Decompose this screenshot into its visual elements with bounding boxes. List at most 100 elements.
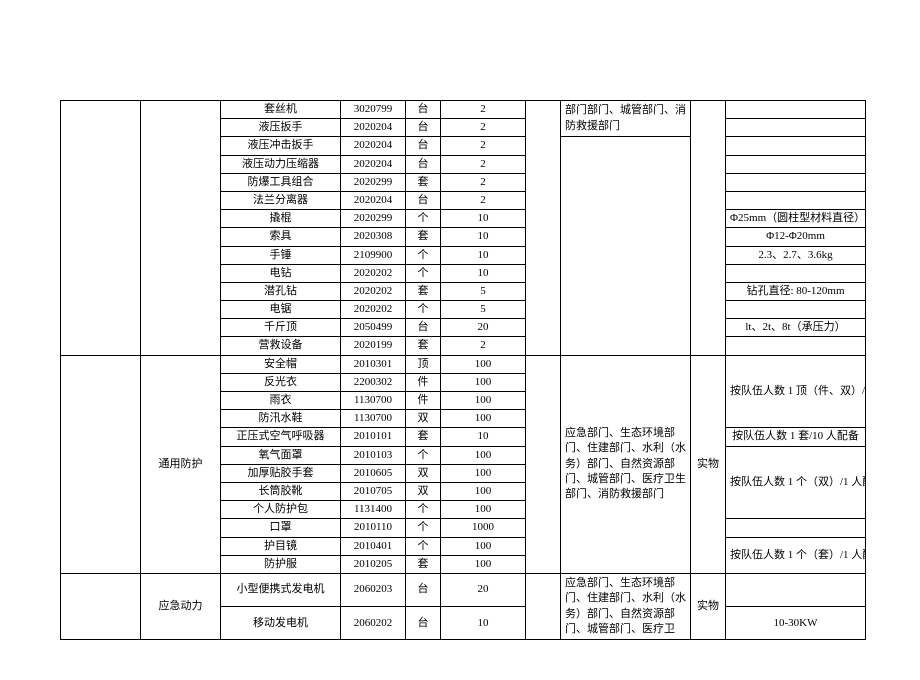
item-unit: 顶	[406, 355, 441, 373]
item-remark: 钻孔直径: 80-120mm	[726, 282, 866, 300]
table-row: 应急动力小型便携式发电机2060203台20应急部门、生态环境部门、住建部门、水…	[61, 573, 866, 606]
item-qty: 20	[441, 319, 526, 337]
item-remark	[726, 173, 866, 191]
item-unit: 个	[406, 537, 441, 555]
item-name: 氧气面罩	[221, 446, 341, 464]
item-remark	[726, 519, 866, 537]
item-qty: 5	[441, 282, 526, 300]
item-qty: 1000	[441, 519, 526, 537]
item-remark	[726, 119, 866, 137]
item-code: 2010101	[341, 428, 406, 446]
item-name: 索具	[221, 228, 341, 246]
item-qty: 2	[441, 137, 526, 155]
item-code: 1130700	[341, 410, 406, 428]
item-qty: 100	[441, 355, 526, 373]
item-qty: 100	[441, 392, 526, 410]
item-name: 手锤	[221, 246, 341, 264]
item-qty: 10	[441, 264, 526, 282]
item-qty: 100	[441, 464, 526, 482]
item-remark	[726, 301, 866, 319]
item-unit: 台	[406, 155, 441, 173]
dept-cell: 应急部门、生态环境部门、住建部门、水利（水务）部门、自然资源部门、城管部门、医疗…	[561, 573, 691, 640]
item-name: 小型便携式发电机	[221, 573, 341, 606]
item-name: 雨衣	[221, 392, 341, 410]
item-qty: 10	[441, 246, 526, 264]
item-unit: 双	[406, 482, 441, 500]
item-unit: 双	[406, 464, 441, 482]
item-name: 防护服	[221, 555, 341, 573]
table-row: 通用防护安全帽2010301顶100应急部门、生态环境部门、住建部门、水利（水务…	[61, 355, 866, 373]
item-remark: 2.3、2.7、3.6kg	[726, 246, 866, 264]
form-cell: 实物	[691, 355, 726, 573]
item-remark	[726, 101, 866, 119]
item-name: 电钻	[221, 264, 341, 282]
item-qty: 100	[441, 446, 526, 464]
item-code: 1130700	[341, 392, 406, 410]
item-remark	[726, 137, 866, 155]
item-qty: 20	[441, 573, 526, 606]
item-name: 防汛水鞋	[221, 410, 341, 428]
item-code: 2109900	[341, 246, 406, 264]
item-unit: 个	[406, 446, 441, 464]
item-code: 2010401	[341, 537, 406, 555]
item-name: 液压扳手	[221, 119, 341, 137]
item-unit: 台	[406, 137, 441, 155]
item-code: 2020204	[341, 191, 406, 209]
item-name: 护目镜	[221, 537, 341, 555]
item-code: 2020202	[341, 282, 406, 300]
item-code: 2020204	[341, 119, 406, 137]
item-unit: 台	[406, 191, 441, 209]
cat-label: 应急动力	[141, 573, 221, 640]
item-name: 液压冲击扳手	[221, 137, 341, 155]
item-unit: 台	[406, 573, 441, 606]
item-code: 2020202	[341, 301, 406, 319]
item-code: 2010605	[341, 464, 406, 482]
item-unit: 台	[406, 319, 441, 337]
item-qty: 2	[441, 191, 526, 209]
item-name: 电锯	[221, 301, 341, 319]
cat-col-a	[61, 573, 141, 640]
item-unit: 个	[406, 210, 441, 228]
item-code: 2060202	[341, 607, 406, 640]
item-code: 2010301	[341, 355, 406, 373]
item-unit: 套	[406, 282, 441, 300]
item-code: 1131400	[341, 501, 406, 519]
item-remark: lt、2t、8t（承压力）	[726, 319, 866, 337]
cat-col-a	[61, 101, 141, 356]
item-qty: 100	[441, 373, 526, 391]
cat-col-a	[61, 355, 141, 573]
blank-col	[526, 573, 561, 640]
item-qty: 100	[441, 482, 526, 500]
item-code: 3020799	[341, 101, 406, 119]
item-qty: 10	[441, 228, 526, 246]
item-remark: 10-30KW	[726, 607, 866, 640]
form-cell: 实物	[691, 573, 726, 640]
item-qty: 10	[441, 428, 526, 446]
item-unit: 个	[406, 301, 441, 319]
cat-label: 通用防护	[141, 355, 221, 573]
item-unit: 台	[406, 119, 441, 137]
table-row: 套丝机3020799台2部门部门、城管部门、消防救援部门	[61, 101, 866, 119]
item-qty: 10	[441, 607, 526, 640]
item-remark: 按队伍人数 1 顶（件、双）/1 人配备	[726, 355, 866, 428]
item-code: 2020299	[341, 210, 406, 228]
item-name: 营救设备	[221, 337, 341, 355]
item-name: 个人防护包	[221, 501, 341, 519]
item-unit: 套	[406, 555, 441, 573]
item-qty: 2	[441, 337, 526, 355]
item-unit: 台	[406, 607, 441, 640]
item-unit: 套	[406, 173, 441, 191]
item-name: 正压式空气呼吸器	[221, 428, 341, 446]
item-unit: 个	[406, 519, 441, 537]
item-code: 2020199	[341, 337, 406, 355]
item-name: 长筒胶靴	[221, 482, 341, 500]
item-code: 2020202	[341, 264, 406, 282]
item-qty: 2	[441, 155, 526, 173]
dept-cont	[561, 137, 691, 355]
item-code: 2020308	[341, 228, 406, 246]
item-remark: 按队伍人数 1 个（套）/1 人配备	[726, 537, 866, 573]
item-unit: 个	[406, 501, 441, 519]
blank-col	[526, 101, 561, 356]
item-name: 安全帽	[221, 355, 341, 373]
item-remark: Φ12-Φ20mm	[726, 228, 866, 246]
